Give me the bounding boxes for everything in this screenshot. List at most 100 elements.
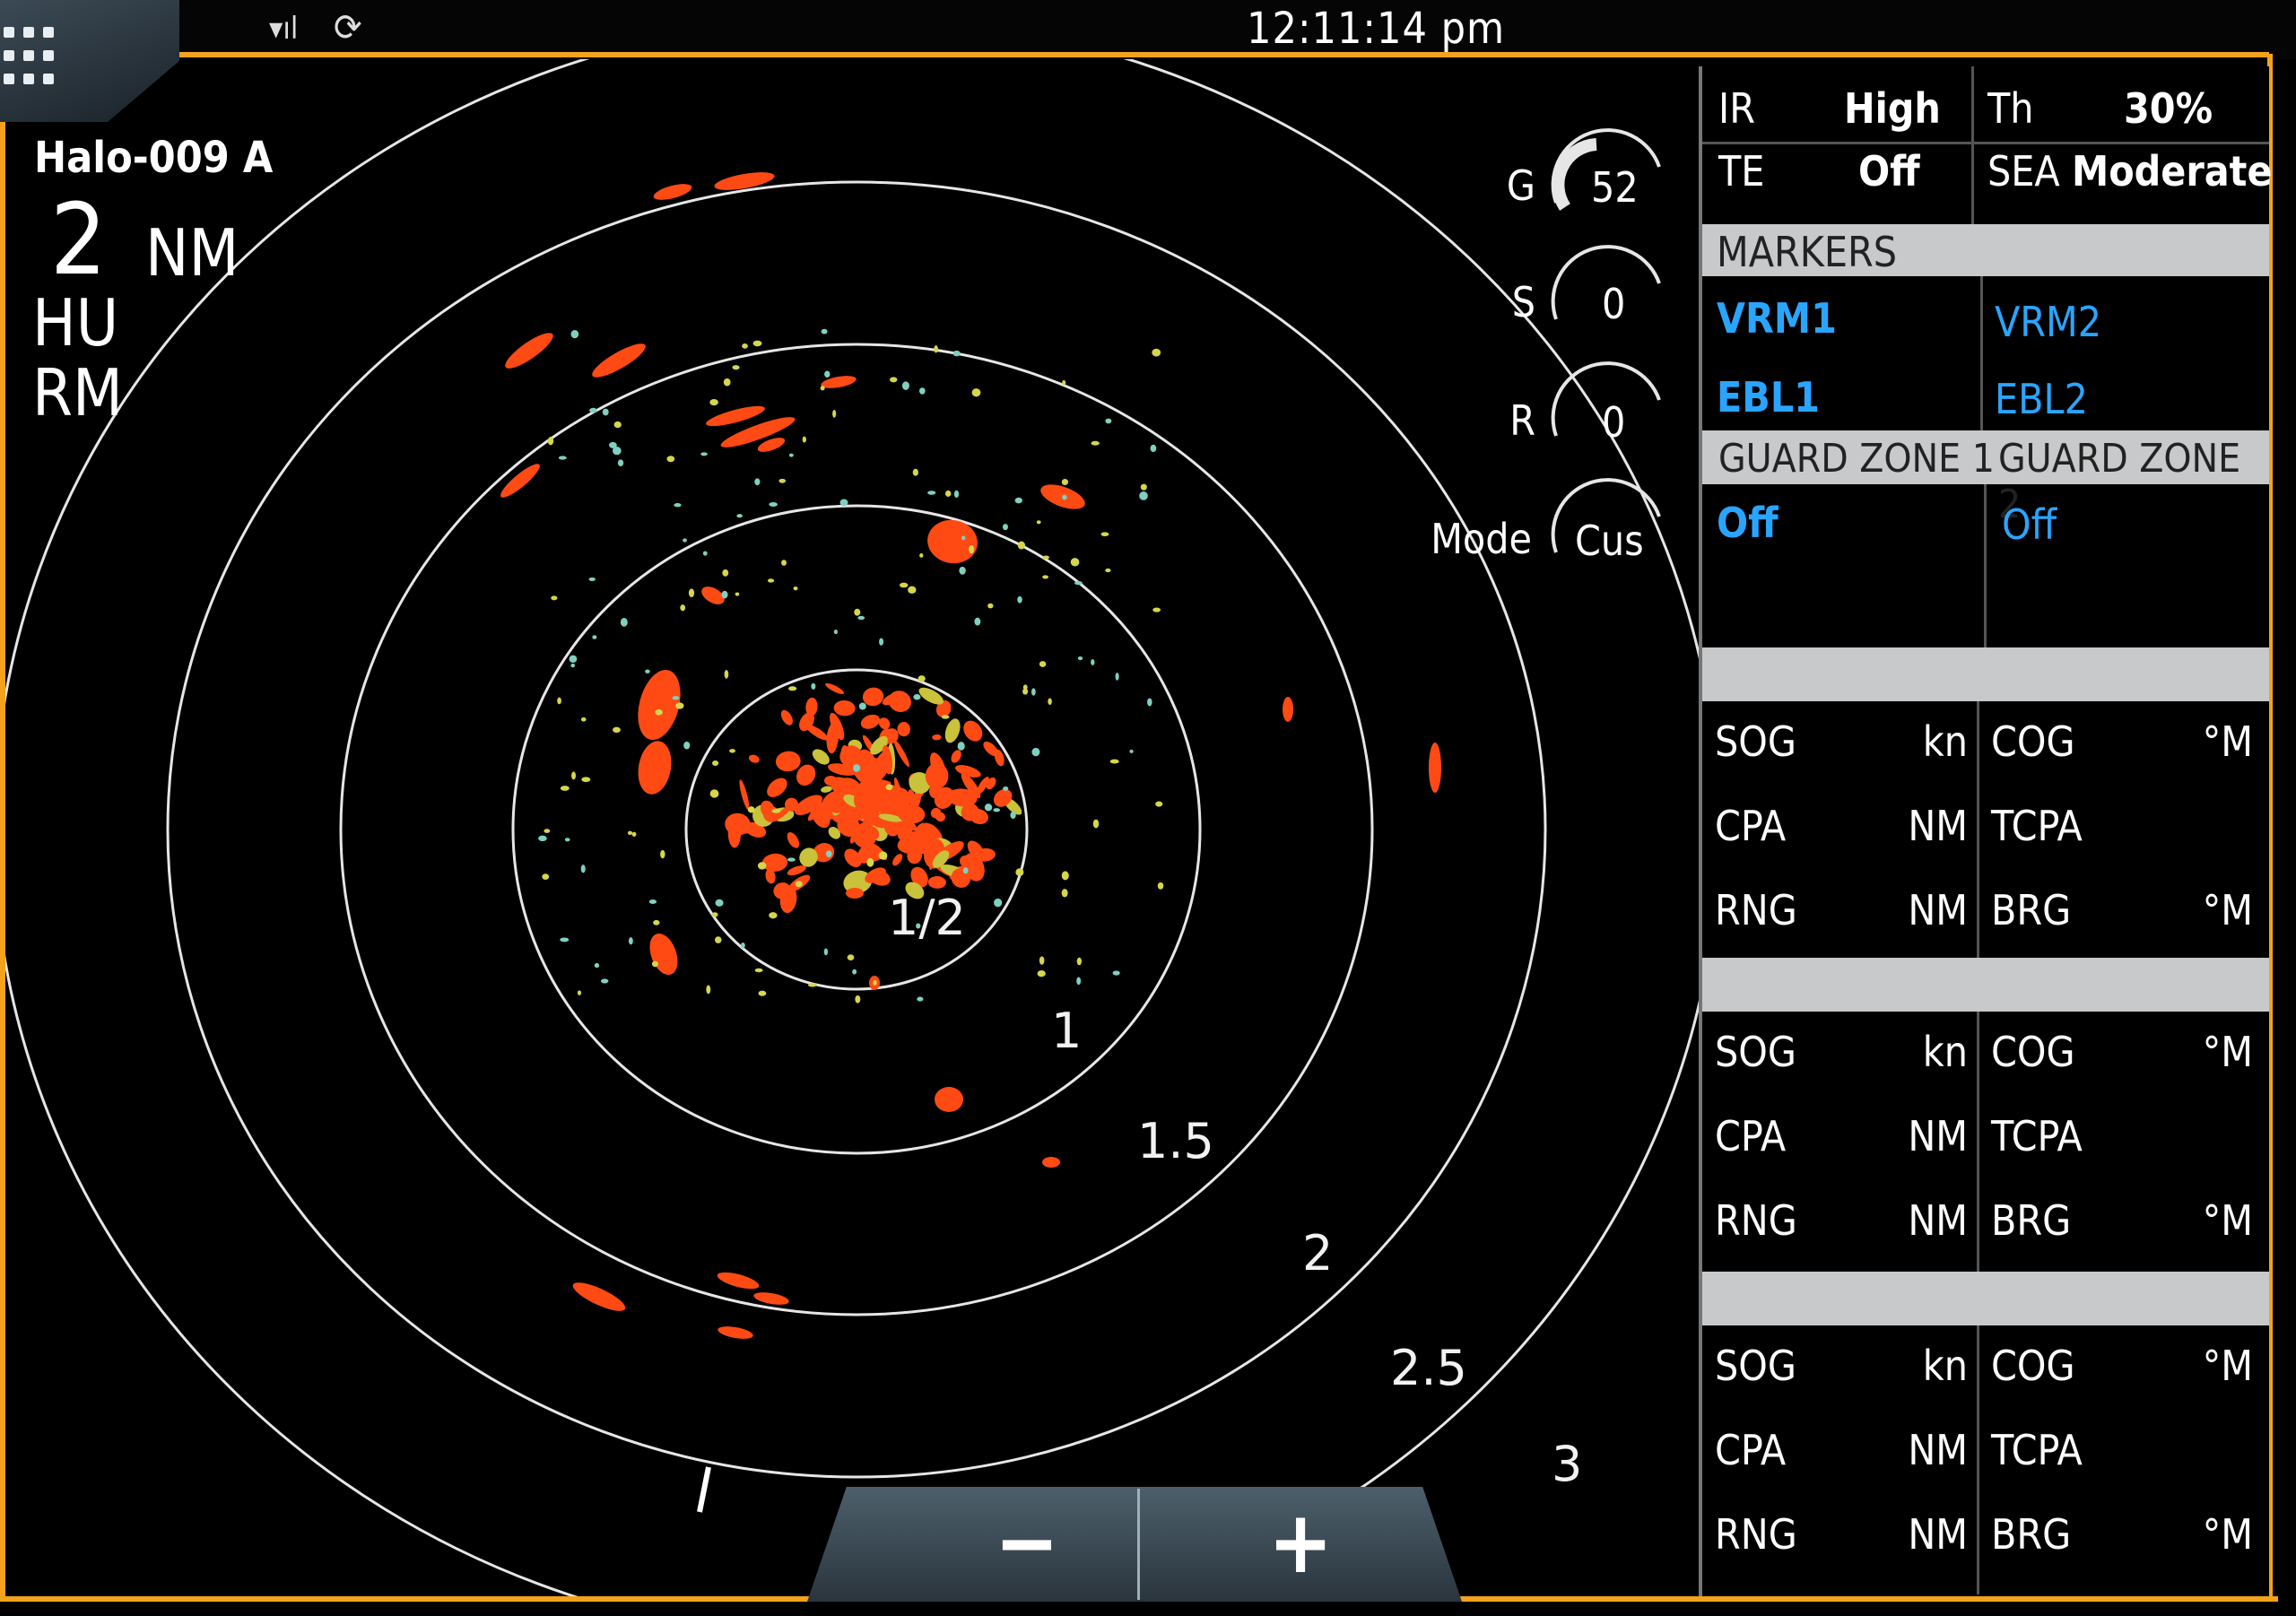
ebl1-button[interactable]: EBL1 bbox=[1717, 373, 1820, 421]
radar-echo bbox=[820, 386, 825, 391]
radar-echo bbox=[577, 990, 581, 995]
rng-label: RNG bbox=[1715, 1196, 1797, 1245]
radar-echo bbox=[660, 849, 665, 859]
cog-unit: °M bbox=[2202, 717, 2253, 766]
cog-label: COG bbox=[1991, 1342, 2075, 1390]
guard-zone-2-state[interactable]: Off bbox=[2002, 500, 2057, 549]
markers-title: MARKERS bbox=[1717, 228, 1898, 276]
radar-echo bbox=[721, 590, 728, 599]
radar-echo bbox=[653, 919, 660, 925]
radar-echo bbox=[805, 724, 829, 741]
radar-echo bbox=[969, 544, 975, 554]
radar-echo bbox=[627, 830, 633, 836]
markers-block: VRM1 VRM2 EBL1 EBL2 bbox=[1702, 276, 2269, 430]
radar-echo bbox=[1283, 697, 1293, 722]
radar-echo bbox=[1062, 379, 1066, 386]
ring-label-2-5: 2.5 bbox=[1390, 1340, 1467, 1396]
brg-unit: °M bbox=[2202, 886, 2253, 934]
radar-echo bbox=[655, 709, 663, 716]
radar-echo bbox=[793, 586, 798, 591]
sea-value[interactable]: 0 bbox=[1602, 280, 1625, 328]
ebl2-button[interactable]: EBL2 bbox=[1995, 375, 2088, 423]
zoom-out-button[interactable]: − bbox=[807, 1487, 1139, 1602]
radar-echo bbox=[833, 699, 856, 717]
vrm1-button[interactable]: VRM1 bbox=[1717, 294, 1837, 343]
rain-value[interactable]: 0 bbox=[1602, 398, 1625, 447]
radar-source-name[interactable]: Halo-009 A bbox=[34, 133, 273, 183]
orientation-mode[interactable]: HU bbox=[32, 291, 118, 355]
target-block-1[interactable]: SOG kn COG °M CPA NM TCPA RNG NM BRG °M bbox=[1702, 701, 2269, 958]
radar-echo bbox=[1002, 524, 1008, 531]
radar-echo bbox=[631, 831, 637, 837]
rain-label[interactable]: R bbox=[1410, 396, 1535, 445]
info-panel: IR High Th 30% TE Off SEA Moderate MARKE… bbox=[1699, 66, 2273, 1596]
brg-label: BRG bbox=[1991, 886, 2072, 934]
te-value: Off bbox=[1858, 147, 1920, 195]
mode-label[interactable]: Mode bbox=[1401, 515, 1532, 563]
radar-echo bbox=[711, 912, 718, 917]
ring-label-1: 1 bbox=[1051, 1003, 1082, 1059]
tcpa-label: TCPA bbox=[1991, 1112, 2083, 1160]
cpa-label: CPA bbox=[1715, 1112, 1787, 1160]
rng-label: RNG bbox=[1715, 1510, 1797, 1559]
radar-echo bbox=[758, 990, 767, 996]
radar-echo bbox=[761, 853, 788, 872]
zoom-in-button[interactable]: + bbox=[1139, 1487, 1462, 1602]
radar-echo bbox=[683, 741, 691, 750]
radar-echo bbox=[811, 682, 816, 690]
radar-echo bbox=[1429, 743, 1441, 793]
vrm2-button[interactable]: VRM2 bbox=[1995, 298, 2101, 346]
radar-echo bbox=[1152, 607, 1161, 613]
radar-echo bbox=[617, 459, 624, 467]
frame-left-border bbox=[0, 122, 5, 1602]
radar-echo bbox=[951, 750, 961, 763]
radar-echo bbox=[724, 670, 729, 679]
motion-mode[interactable]: RM bbox=[32, 361, 123, 425]
radar-echo bbox=[717, 1272, 760, 1290]
radar-echo bbox=[571, 771, 577, 780]
radar-echo bbox=[753, 1292, 789, 1305]
radar-echo bbox=[1061, 479, 1069, 486]
target-block-3[interactable]: SOG kn COG °M CPA NM TCPA RNG NM BRG °M bbox=[1702, 1325, 2269, 1594]
radar-echo bbox=[857, 615, 865, 621]
radar-echo bbox=[780, 709, 793, 725]
radar-echo bbox=[709, 398, 718, 406]
radar-echo bbox=[747, 806, 755, 813]
ir-value: High bbox=[1844, 84, 1941, 133]
radar-echo bbox=[897, 722, 910, 737]
radar-echo bbox=[974, 617, 981, 626]
radar-echo bbox=[847, 954, 855, 961]
radar-echo bbox=[919, 553, 924, 558]
radar-echo bbox=[846, 888, 864, 899]
radar-echo bbox=[1062, 494, 1067, 500]
radar-echo bbox=[1115, 673, 1119, 681]
radar-settings-block[interactable]: IR High Th 30% TE Off SEA Moderate bbox=[1702, 66, 2273, 224]
range-unit: NM bbox=[145, 215, 239, 291]
gain-value[interactable]: 52 bbox=[1591, 163, 1639, 212]
radar-echo bbox=[564, 838, 570, 842]
target-block-2[interactable]: SOG kn COG °M CPA NM TCPA RNG NM BRG °M bbox=[1702, 1012, 2269, 1272]
radar-echo bbox=[781, 560, 787, 566]
target-3-header bbox=[1702, 1272, 2269, 1325]
sea-label[interactable]: S bbox=[1410, 278, 1535, 326]
guard-zone-1-state[interactable]: Off bbox=[1717, 499, 1779, 547]
radar-echo bbox=[823, 948, 829, 956]
radar-echo bbox=[839, 499, 848, 507]
radar-echo bbox=[569, 655, 578, 664]
gain-label[interactable]: G bbox=[1410, 161, 1535, 210]
radar-echo bbox=[775, 751, 801, 772]
radar-echo bbox=[908, 586, 917, 594]
sog-label: SOG bbox=[1715, 1342, 1796, 1390]
radar-echo bbox=[1037, 969, 1046, 977]
radar-echo bbox=[1042, 575, 1049, 579]
radar-echo bbox=[544, 829, 551, 833]
brg-unit: °M bbox=[2202, 1510, 2253, 1559]
radar-echo bbox=[672, 696, 680, 700]
mode-value[interactable]: Cus bbox=[1575, 517, 1644, 565]
cog-label: COG bbox=[1991, 717, 2075, 766]
radar-echo bbox=[542, 873, 550, 880]
radar-echo bbox=[649, 933, 678, 976]
radar-echo bbox=[739, 779, 750, 811]
radar-echo bbox=[580, 864, 586, 873]
radar-echo bbox=[899, 582, 909, 588]
